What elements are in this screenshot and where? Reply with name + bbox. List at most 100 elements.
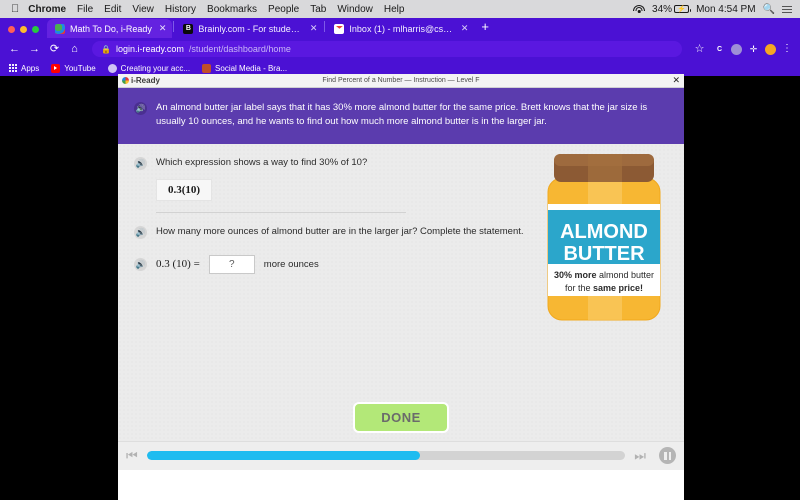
url-path: /student/dashboard/home <box>188 44 291 54</box>
jar-svg: ALMOND BUTTER 30% more almond butter for… <box>547 153 661 321</box>
jar-tagline-bold-1: 30% more <box>554 270 597 280</box>
chrome-menu-button[interactable]: ⋮ <box>782 44 792 54</box>
jar-tagline-rest-1: almond butter <box>596 270 654 280</box>
svg-text:30% more almond butter: 30% more almond butter <box>554 270 654 280</box>
control-center-icon[interactable] <box>782 4 792 15</box>
minimize-window-button[interactable] <box>20 26 27 33</box>
brainly-favicon: B <box>183 23 194 34</box>
iready-app-header: i-Ready Find Percent of a Number — Instr… <box>118 74 684 88</box>
close-icon[interactable]: ✕ <box>308 24 318 33</box>
close-icon[interactable]: ✕ <box>157 24 167 33</box>
profile-avatar[interactable] <box>765 43 776 55</box>
reload-button[interactable]: ⟳ <box>46 41 63 58</box>
lock-icon: 🔒 <box>101 44 111 54</box>
macos-menu-bar:  Chrome File Edit View History Bookmark… <box>0 0 800 18</box>
problem-statement-panel: 🔊 An almond butter jar label says that i… <box>118 88 684 144</box>
colorzilla-extension-icon[interactable]: C <box>714 44 725 55</box>
bookmark-creating-your-account[interactable]: Creating your acc... <box>107 63 191 73</box>
battery-percent-label: 34% <box>652 3 673 15</box>
close-window-button[interactable] <box>8 26 15 33</box>
youtube-icon <box>51 63 61 73</box>
wifi-icon[interactable] <box>633 4 646 14</box>
menu-item-history[interactable]: History <box>165 4 196 15</box>
menubar-clock[interactable]: Mon 4:54 PM <box>696 4 755 15</box>
maximize-window-button[interactable] <box>32 26 39 33</box>
spotlight-search-icon[interactable]: 🔍 <box>763 4 775 15</box>
tab-gmail-inbox[interactable]: Inbox (1) - mlharris@csd.ms - ( ✕ <box>326 19 474 38</box>
speaker-icon[interactable]: 🔊 <box>134 225 147 239</box>
address-bar[interactable]: 🔒 login.i-ready.com/student/dashboard/ho… <box>92 41 682 57</box>
iready-logo-icon <box>122 77 129 84</box>
tab-separator <box>324 20 326 32</box>
question-1-text: Which expression shows a way to find 30%… <box>156 156 368 168</box>
tab-label: Brainly.com - For students. By <box>198 23 303 34</box>
omnibox-toolbar: ← → ⟳ ⌂ 🔒 login.i-ready.com/student/dash… <box>0 38 800 60</box>
apple-menu-icon[interactable]:  <box>11 3 19 15</box>
done-button-container: DONE <box>118 401 684 433</box>
apps-grid-icon <box>8 63 17 73</box>
bookmark-label: YouTube <box>64 63 96 73</box>
section-divider <box>156 211 406 213</box>
menu-item-file[interactable]: File <box>77 4 93 15</box>
done-button[interactable]: DONE <box>353 401 449 433</box>
lesson-title: Find Percent of a Number — Instruction —… <box>322 77 480 84</box>
pause-icon[interactable] <box>659 447 676 465</box>
problem-statement-text: An almond butter jar label says that it … <box>156 102 648 128</box>
jar-tagline-bold-2: same price! <box>593 283 643 293</box>
menu-item-view[interactable]: View <box>132 4 154 15</box>
bookmark-label: Apps <box>21 63 40 73</box>
iready-favicon <box>55 23 65 34</box>
progress-fill <box>146 451 420 461</box>
generic-extension-icon[interactable] <box>731 43 742 55</box>
lesson-work-area: 🔊 Which expression shows a way to find 3… <box>118 143 684 441</box>
almond-butter-jar-image: ALMOND BUTTER 30% more almond butter for… <box>530 146 678 336</box>
close-icon[interactable]: ✕ <box>672 76 680 85</box>
speaker-icon[interactable]: 🔊 <box>134 156 147 170</box>
menu-item-help[interactable]: Help <box>384 4 405 15</box>
window-traffic-lights <box>4 26 47 38</box>
close-icon[interactable]: ✕ <box>459 24 469 33</box>
new-tab-button[interactable]: + <box>474 20 496 36</box>
expression-answer-tile[interactable]: 0.3(10) <box>156 178 213 201</box>
iready-brand-label: i-Ready <box>131 76 160 85</box>
menu-item-bookmarks[interactable]: Bookmarks <box>207 4 257 15</box>
menu-item-tab[interactable]: Tab <box>310 4 326 15</box>
puzzle-extensions-icon[interactable]: ✛ <box>748 44 759 55</box>
iready-lesson-window: i-Ready Find Percent of a Number — Instr… <box>118 74 684 500</box>
home-button[interactable]: ⌂ <box>66 41 83 58</box>
speaker-icon[interactable]: 🔊 <box>134 102 147 115</box>
bookmark-apps[interactable]: Apps <box>8 63 40 73</box>
progress-bar[interactable] <box>146 451 626 461</box>
menu-item-chrome[interactable]: Chrome <box>28 4 66 15</box>
bookmark-social-media[interactable]: Social Media - Bra... <box>202 63 288 73</box>
tab-math-to-do-iready[interactable]: Math To Do, i-Ready ✕ <box>47 19 173 38</box>
menu-item-window[interactable]: Window <box>337 4 373 15</box>
forward-button[interactable]: → <box>26 41 43 58</box>
unit-label: more ounces <box>263 258 319 270</box>
bookmark-label: Creating your acc... <box>120 63 191 73</box>
jar-label-line2: BUTTER <box>563 243 645 265</box>
tab-strip: Math To Do, i-Ready ✕ B Brainly.com - Fo… <box>0 18 800 38</box>
skip-previous-icon[interactable]: ⏮ <box>126 449 138 462</box>
document-icon <box>107 63 117 73</box>
gmail-favicon <box>334 23 345 34</box>
lesson-player-bar: ⏮ ⏭ <box>118 440 684 470</box>
tab-label: Inbox (1) - mlharris@csd.ms - ( <box>349 23 453 34</box>
back-button[interactable]: ← <box>6 41 23 58</box>
battery-charging-icon[interactable]: ⚡ <box>674 5 692 13</box>
answer-input[interactable]: ? <box>208 254 255 274</box>
menu-item-edit[interactable]: Edit <box>104 4 121 15</box>
speaker-icon[interactable]: 🔊 <box>134 258 147 272</box>
menu-item-people[interactable]: People <box>268 4 299 15</box>
chrome-browser-window: Math To Do, i-Ready ✕ B Brainly.com - Fo… <box>0 18 800 76</box>
bookmark-label: Social Media - Bra... <box>215 63 288 73</box>
bookmark-star-icon[interactable]: ☆ <box>691 41 708 58</box>
jar-tagline-pre-2: for the <box>565 283 593 293</box>
skip-next-icon[interactable]: ⏭ <box>634 449 646 462</box>
question-2-text: How many more ounces of almond butter ar… <box>156 225 524 237</box>
tab-separator <box>173 20 175 32</box>
tab-brainly[interactable]: B Brainly.com - For students. By ✕ <box>175 19 323 38</box>
url-domain: login.i-ready.com <box>115 44 184 54</box>
bookmark-youtube[interactable]: YouTube <box>51 63 96 73</box>
iready-brand: i-Ready <box>122 76 160 85</box>
